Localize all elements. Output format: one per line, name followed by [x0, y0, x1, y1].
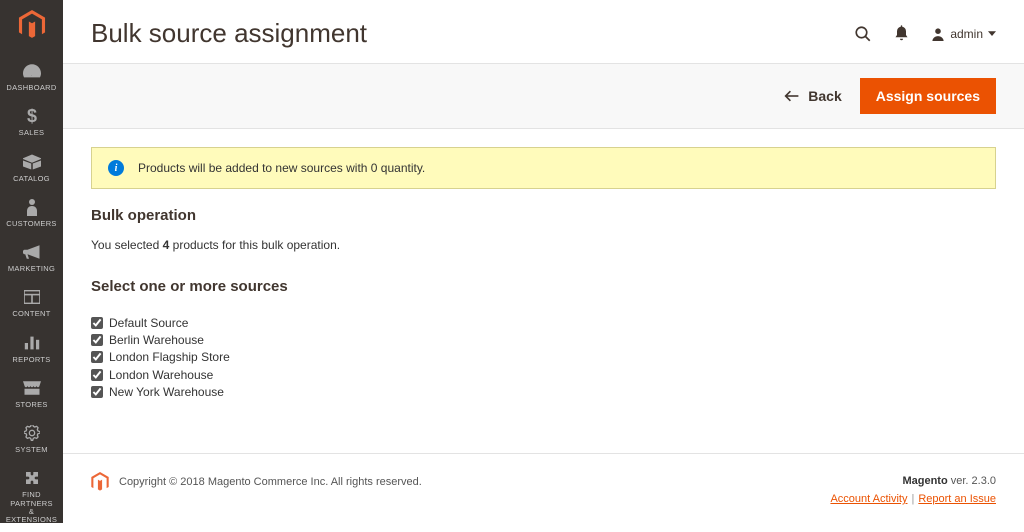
sidebar-item-label: SYSTEM — [2, 446, 61, 454]
source-item: Berlin Warehouse — [91, 332, 996, 348]
svg-text:$: $ — [26, 107, 36, 125]
copyright-text: Copyright © 2018 Magento Commerce Inc. A… — [119, 476, 422, 488]
sidebar-item-label: REPORTS — [2, 356, 61, 364]
source-item: London Flagship Store — [91, 349, 996, 365]
notifications-icon[interactable] — [894, 25, 909, 42]
sidebar-item-label: SALES — [2, 129, 61, 137]
sidebar-item-stores[interactable]: STORES — [0, 372, 63, 417]
source-checkbox[interactable] — [91, 334, 103, 346]
notice-text: Products will be added to new sources wi… — [138, 161, 425, 175]
sidebar-item-label: STORES — [2, 401, 61, 409]
source-item: London Warehouse — [91, 367, 996, 383]
sidebar-item-label: MARKETING — [2, 265, 61, 273]
sidebar-item-catalog[interactable]: CATALOG — [0, 146, 63, 191]
source-checkbox[interactable] — [91, 386, 103, 398]
source-checkbox[interactable] — [91, 351, 103, 363]
layout-icon — [2, 287, 61, 307]
search-icon[interactable] — [854, 25, 872, 43]
sidebar-item-marketing[interactable]: MARKETING — [0, 236, 63, 281]
sidebar-item-system[interactable]: SYSTEM — [0, 417, 63, 462]
box-icon — [2, 152, 61, 172]
source-label[interactable]: London Warehouse — [109, 367, 213, 383]
sidebar-item-customers[interactable]: CUSTOMERS — [0, 191, 63, 236]
source-label[interactable]: New York Warehouse — [109, 384, 224, 400]
source-list: Default Source Berlin Warehouse London F… — [91, 315, 996, 400]
page-header: Bulk source assignment admin — [63, 0, 1024, 63]
version-info: Magento ver. 2.3.0 — [830, 472, 996, 491]
report-issue-link[interactable]: Report an Issue — [918, 493, 996, 505]
footer: Copyright © 2018 Magento Commerce Inc. A… — [63, 453, 1024, 523]
sidebar-item-label: CUSTOMERS — [2, 220, 61, 228]
magento-logo[interactable] — [16, 10, 48, 40]
selection-summary: You selected 4 products for this bulk op… — [91, 238, 996, 252]
magento-logo-small — [91, 472, 109, 492]
action-bar: Back Assign sources — [63, 63, 1024, 129]
info-notice: i Products will be added to new sources … — [91, 147, 996, 189]
sidebar: DASHBOARD $ SALES CATALOG CUSTOMERS MARK… — [0, 0, 63, 523]
person-icon — [2, 197, 61, 217]
page-title: Bulk source assignment — [91, 18, 367, 49]
gear-icon — [2, 423, 61, 443]
dollar-icon: $ — [2, 106, 61, 126]
sidebar-item-label: FIND PARTNERS & EXTENSIONS — [2, 491, 61, 524]
source-checkbox[interactable] — [91, 369, 103, 381]
source-label[interactable]: London Flagship Store — [109, 349, 230, 365]
info-icon: i — [108, 160, 124, 176]
sidebar-item-label: CATALOG — [2, 175, 61, 183]
sidebar-item-content[interactable]: CONTENT — [0, 281, 63, 326]
sidebar-item-reports[interactable]: REPORTS — [0, 327, 63, 372]
gauge-icon — [2, 61, 61, 81]
source-item: Default Source — [91, 315, 996, 331]
sources-title: Select one or more sources — [91, 278, 996, 295]
source-label[interactable]: Berlin Warehouse — [109, 332, 204, 348]
storefront-icon — [2, 378, 61, 398]
user-menu[interactable]: admin — [931, 27, 996, 41]
bulk-operation-title: Bulk operation — [91, 207, 996, 224]
sidebar-item-label: CONTENT — [2, 310, 61, 318]
assign-sources-button[interactable]: Assign sources — [860, 78, 996, 114]
source-item: New York Warehouse — [91, 384, 996, 400]
bars-icon — [2, 333, 61, 353]
back-button[interactable]: Back — [784, 88, 841, 104]
sidebar-item-label: DASHBOARD — [2, 84, 61, 92]
puzzle-icon — [2, 468, 61, 488]
source-checkbox[interactable] — [91, 317, 103, 329]
arrow-left-icon — [784, 90, 800, 102]
user-label: admin — [950, 27, 983, 41]
megaphone-icon — [2, 242, 61, 262]
chevron-down-icon — [988, 31, 996, 37]
source-label[interactable]: Default Source — [109, 315, 188, 331]
sidebar-item-partners[interactable]: FIND PARTNERS & EXTENSIONS — [0, 462, 63, 532]
sidebar-item-dashboard[interactable]: DASHBOARD — [0, 55, 63, 100]
sidebar-item-sales[interactable]: $ SALES — [0, 100, 63, 145]
account-activity-link[interactable]: Account Activity — [830, 493, 907, 505]
